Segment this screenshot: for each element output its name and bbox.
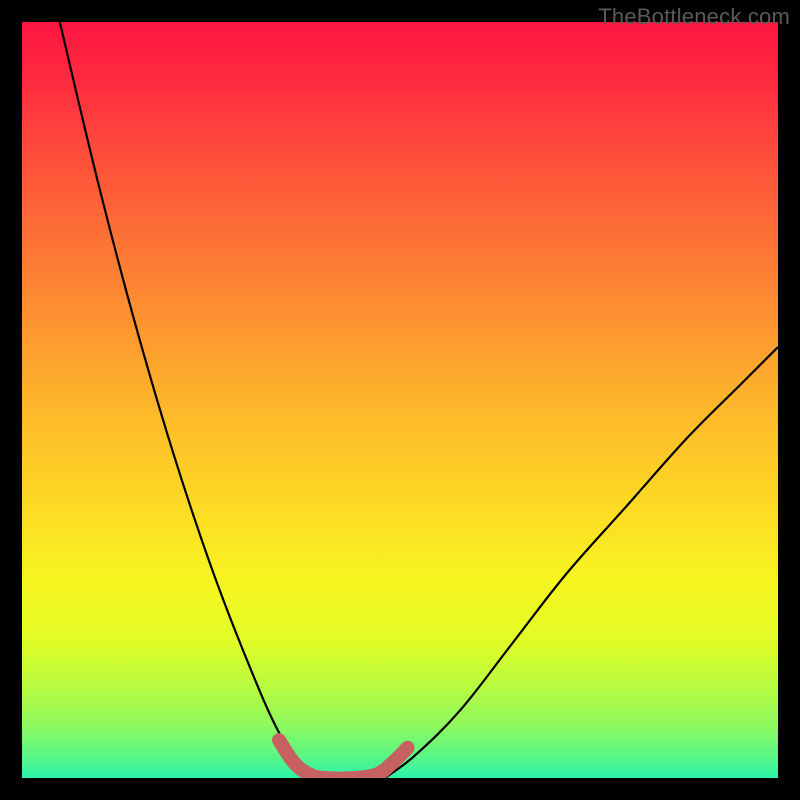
chart-frame: [22, 22, 778, 778]
gradient-background: [22, 22, 778, 778]
watermark-text: TheBottleneck.com: [598, 4, 790, 30]
bottleneck-chart: [22, 22, 778, 778]
